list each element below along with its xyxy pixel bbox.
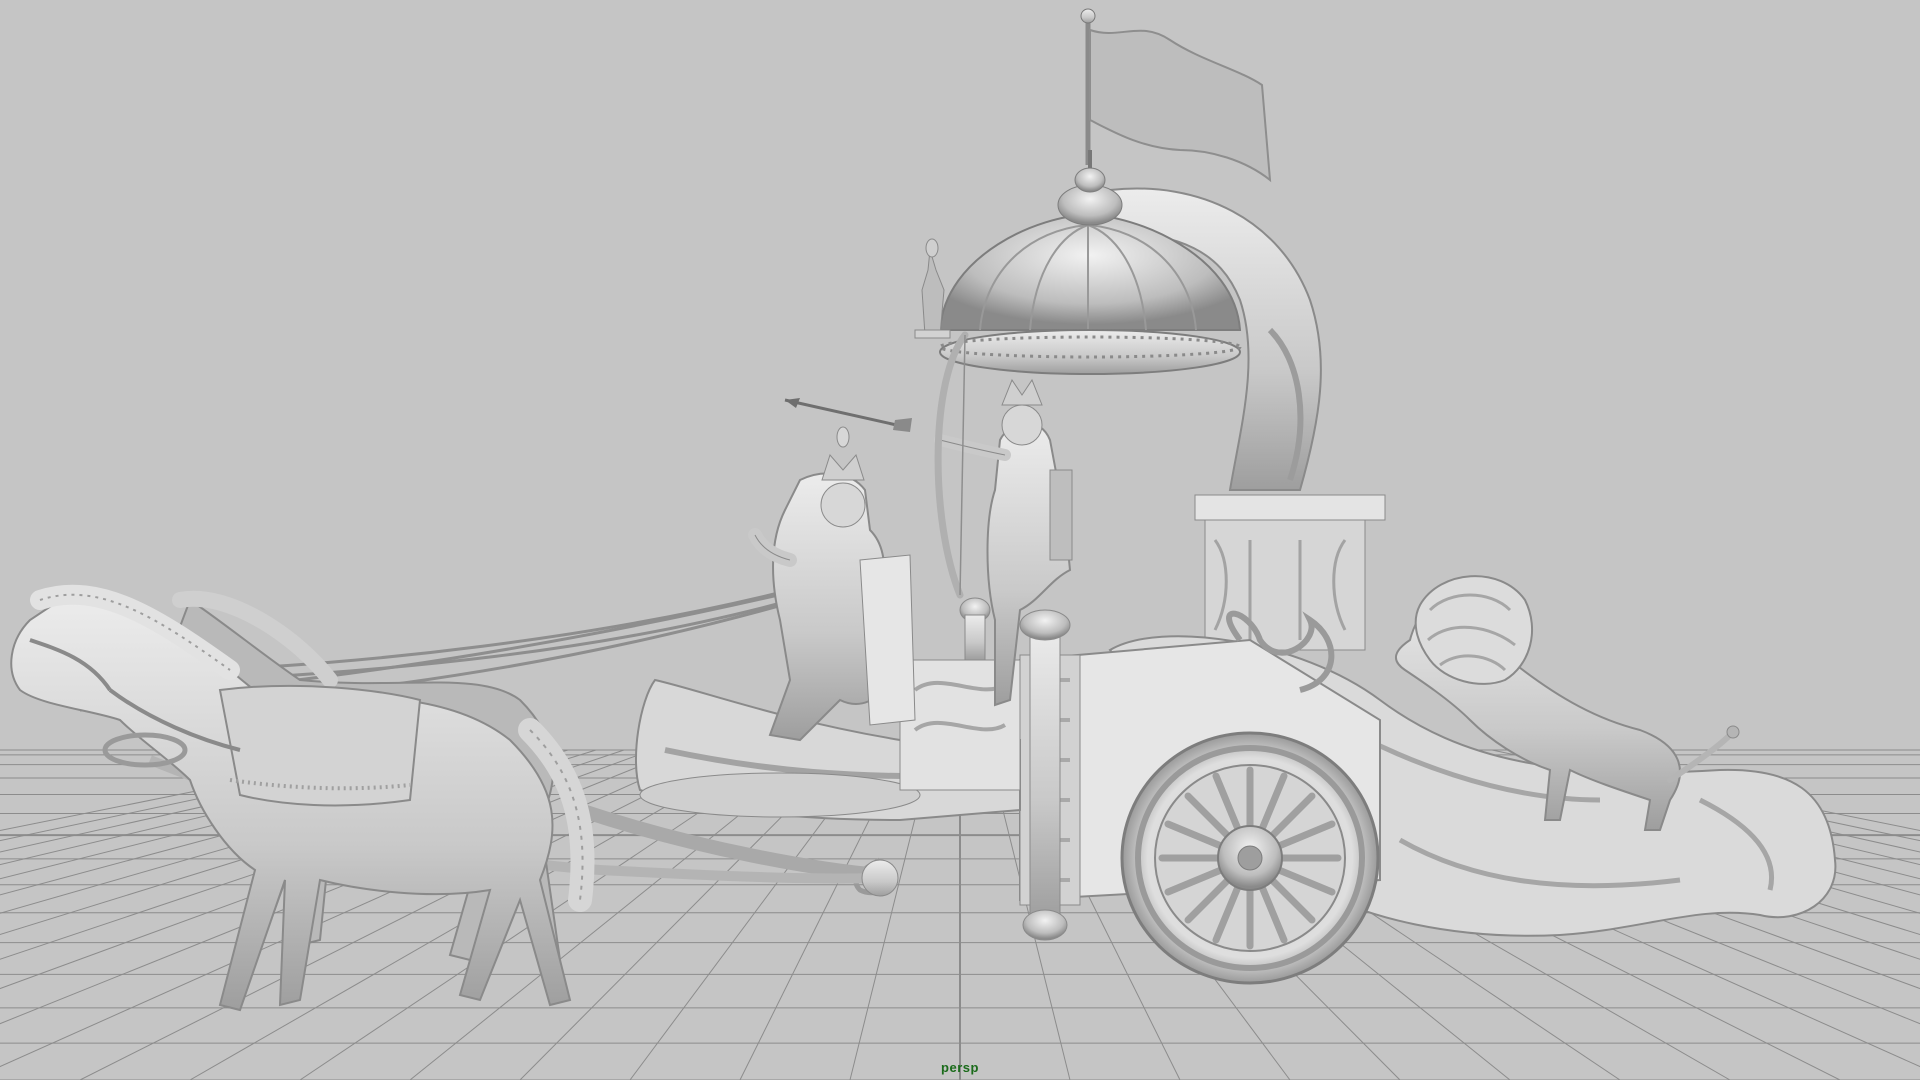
charioteer-figure-icon[interactable]: [748, 426, 916, 742]
camera-name-label: persp: [941, 1060, 979, 1075]
rear-pedestal: [1194, 494, 1386, 651]
canopy-icon[interactable]: [938, 150, 1242, 375]
maya-perspective-viewport[interactable]: persp: [0, 0, 1920, 1080]
wheel-icon[interactable]: [1120, 731, 1380, 985]
flag-icon[interactable]: [1080, 8, 1272, 183]
scene-canvas[interactable]: [0, 0, 1920, 1080]
bow-icon[interactable]: [934, 331, 969, 599]
arrow-icon[interactable]: [784, 398, 912, 432]
